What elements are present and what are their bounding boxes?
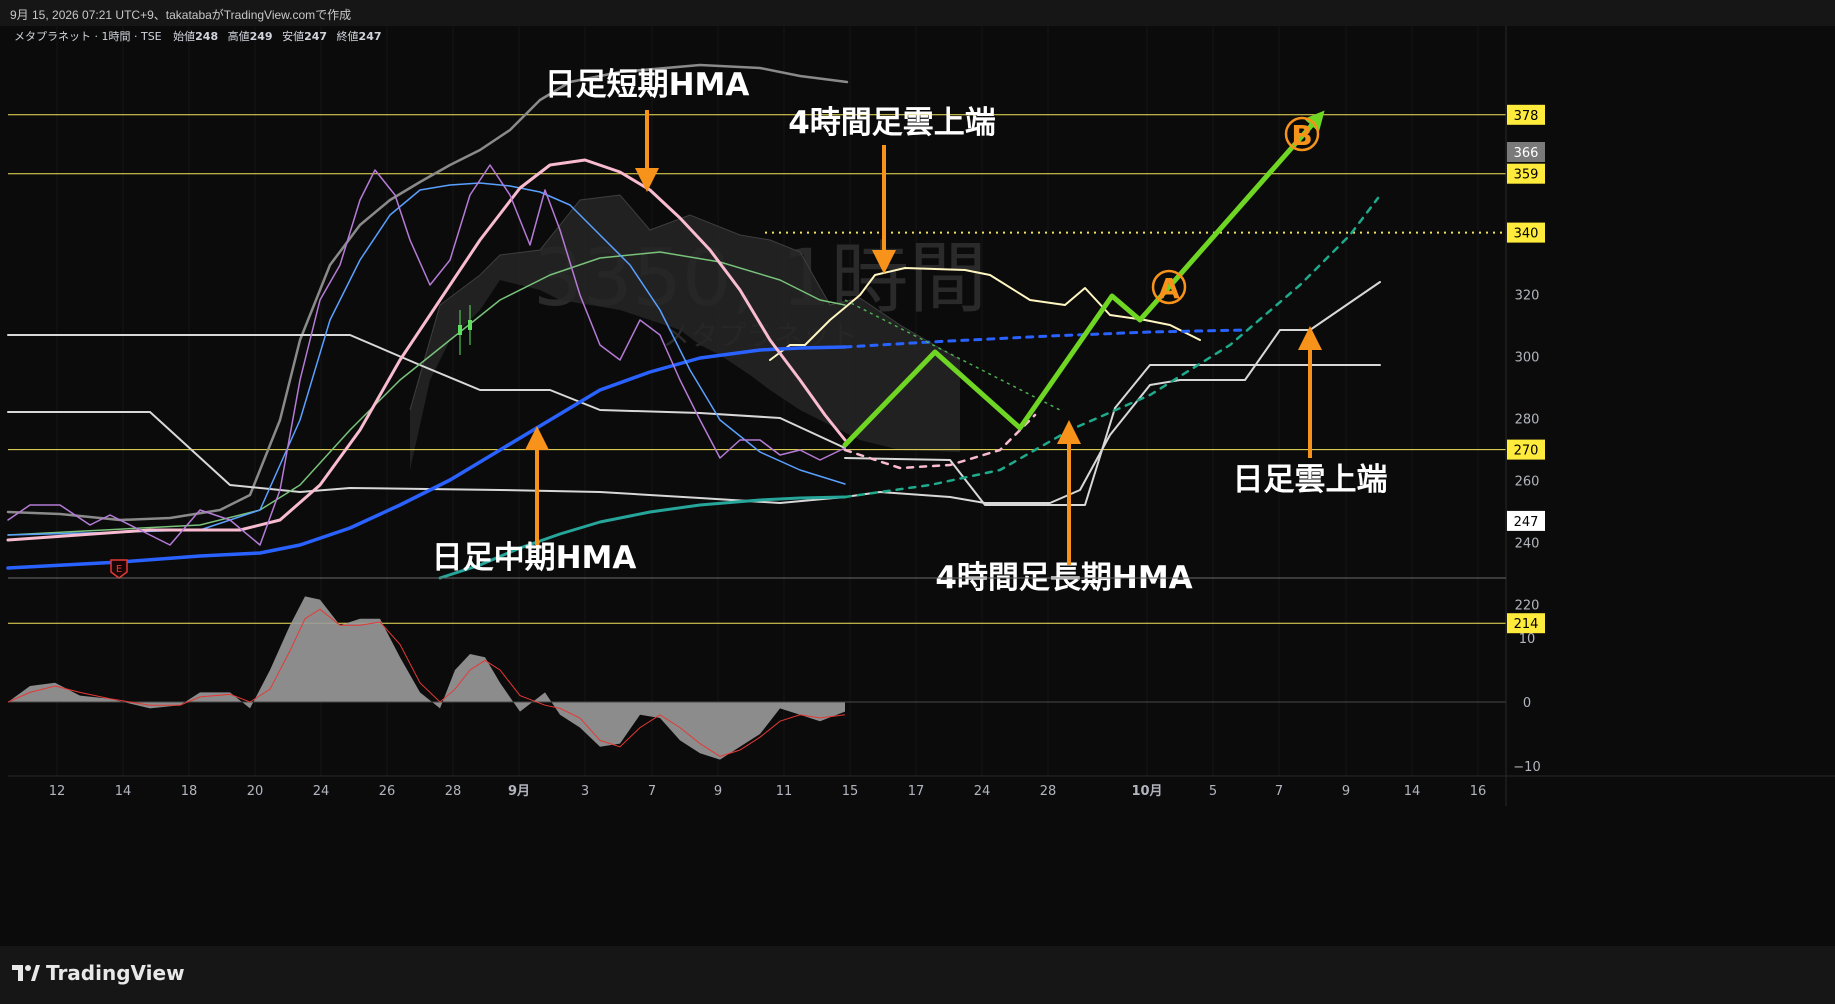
time-tick-label: 12 [49, 784, 66, 799]
time-tick-label: 14 [115, 784, 132, 799]
tradingview-logo[interactable]: TradingView [12, 961, 185, 985]
point-a-label: A [1158, 272, 1180, 305]
price-tick-label: 300 [1515, 351, 1540, 366]
time-axis-ticks: 12 14 18 20 24 26 28 9月 3 7 9 11 15 17 24 28 10月 5 7 9 14 16 [49, 784, 1487, 799]
time-tick-label: 14 [1404, 784, 1421, 799]
legend-open-label: 始値 [173, 29, 195, 43]
price-tag-label: 378 [1514, 109, 1539, 124]
time-tick-label: 17 [908, 784, 925, 799]
price-tick-label: 240 [1515, 537, 1540, 552]
attribution-bar: 9月 15, 2026 07:21 UTC+9、takatabaがTrading… [0, 0, 1835, 26]
price-scale-bg[interactable] [1506, 26, 1835, 806]
grid-layer [56, 26, 1479, 776]
time-tick-label: 28 [445, 784, 462, 799]
legend-low-label: 安値 [282, 29, 304, 43]
tradingview-logo-icon [12, 965, 40, 981]
annotation-mid-hma: 日足中期HMA [432, 540, 637, 576]
candle-body [468, 320, 472, 330]
candle-body [458, 325, 462, 335]
time-tick-label: 15 [842, 784, 859, 799]
time-tick-label: 11 [776, 784, 793, 799]
tradingview-logo-text: TradingView [46, 961, 185, 985]
price-tick-label: 220 [1515, 599, 1540, 614]
price-tag-label: 366 [1514, 146, 1539, 161]
price-tag-label: 359 [1514, 168, 1539, 183]
time-tick-label: 24 [974, 784, 991, 799]
attribution-text: 9月 15, 2026 07:21 UTC+9、takatabaがTrading… [10, 8, 352, 22]
price-tag-label: 214 [1514, 617, 1539, 632]
earnings-marker-label: E [116, 564, 122, 575]
oscillator-histogram [8, 596, 845, 760]
legend-high-value: 249 [250, 30, 273, 43]
time-tick-label: 18 [181, 784, 198, 799]
time-tick-label: 9 [1342, 784, 1350, 799]
oscillator-tick-label: 0 [1523, 696, 1531, 711]
price-tag-label: 270 [1514, 444, 1539, 459]
oscillator-layer [7, 596, 1506, 760]
time-tick-label: 16 [1470, 784, 1487, 799]
chart-frame[interactable]: 3350, 1時間 メタプラネット E 日足短期HMA 4時間足雲上端 日足中期… [0, 26, 1835, 946]
legend-open-value: 248 [195, 30, 218, 43]
time-tick-label: 24 [313, 784, 330, 799]
point-b-marker: B [1284, 116, 1320, 152]
price-tick-label: 320 [1515, 289, 1540, 304]
price-tag-label: 340 [1514, 227, 1539, 242]
time-tick-label: 3 [581, 784, 589, 799]
price-tag-label: 247 [1514, 515, 1539, 530]
time-tick-label: 9 [714, 784, 722, 799]
annotation-cloud-4h: 4時間足雲上端 [788, 105, 996, 141]
symbol-legend[interactable]: メタプラネット · 1時間 · TSE 始値248 高値249 安値247 終値… [14, 29, 382, 43]
price-tick-label: 280 [1515, 413, 1540, 428]
time-tick-label: 26 [379, 784, 396, 799]
legend-high-label: 高値 [228, 29, 250, 43]
price-chart[interactable]: 3350, 1時間 メタプラネット E 日足短期HMA 4時間足雲上端 日足中期… [0, 26, 1835, 946]
point-b-label: B [1291, 119, 1312, 152]
earnings-marker[interactable]: E [110, 559, 128, 579]
legend-line: メタプラネット · 1時間 · TSE 始値248 高値249 安値247 終値… [14, 29, 382, 43]
annotation-daily-cloud: 日足雲上端 [1233, 462, 1388, 498]
legend-close-value: 247 [359, 30, 382, 43]
time-tick-label: 10月 [1131, 784, 1162, 799]
legend-close-label: 終値 [337, 29, 359, 43]
time-tick-label: 7 [648, 784, 656, 799]
time-tick-label: 5 [1209, 784, 1217, 799]
oscillator-tick-label: −10 [1513, 760, 1540, 775]
point-a-marker: A [1151, 269, 1187, 305]
time-tick-label: 7 [1275, 784, 1283, 799]
annotation-short-hma: 日足短期HMA [545, 67, 750, 103]
footer-bar: TradingView [0, 946, 1835, 1004]
time-tick-label: 20 [247, 784, 264, 799]
price-tick-label: 260 [1515, 475, 1540, 490]
legend-symbol: メタプラネット · 1時間 · TSE [14, 30, 162, 43]
oscillator-tick-label: 10 [1519, 632, 1536, 647]
legend-low-value: 247 [304, 30, 327, 43]
time-tick-label: 9月 [508, 784, 530, 799]
time-tick-label: 28 [1040, 784, 1057, 799]
